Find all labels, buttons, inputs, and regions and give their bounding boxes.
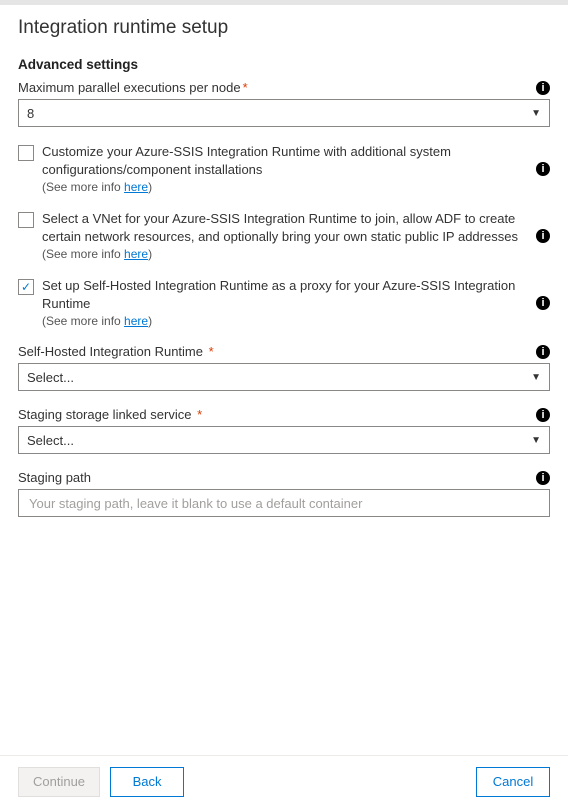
field-staging-path: Staging path i bbox=[18, 470, 550, 517]
setup-panel: Integration runtime setup Advanced setti… bbox=[0, 5, 568, 755]
label-text: Self-Hosted Integration Runtime bbox=[18, 344, 203, 359]
staging-path-label: Staging path bbox=[18, 470, 91, 485]
more-info-suffix: ) bbox=[148, 314, 152, 328]
staging-path-input-wrapper bbox=[18, 489, 550, 517]
more-info: (See more info here) bbox=[42, 180, 520, 194]
label-text: Maximum parallel executions per node bbox=[18, 80, 241, 95]
footer-left: Continue Back bbox=[18, 767, 184, 797]
field-shir: Self-Hosted Integration Runtime * i Sele… bbox=[18, 344, 550, 391]
more-info-prefix: (See more info bbox=[42, 180, 124, 194]
select-value: Select... bbox=[27, 433, 74, 448]
page-title: Integration runtime setup bbox=[18, 17, 550, 39]
check-vnet: Select a VNet for your Azure-SSIS Integr… bbox=[18, 210, 550, 261]
check-desc: Set up Self-Hosted Integration Runtime a… bbox=[42, 277, 520, 312]
chevron-down-icon: ▼ bbox=[531, 372, 541, 383]
staging-path-input[interactable] bbox=[27, 490, 541, 516]
info-icon[interactable]: i bbox=[536, 345, 550, 359]
more-info-suffix: ) bbox=[148, 247, 152, 261]
info-icon[interactable]: i bbox=[536, 471, 550, 485]
chevron-down-icon: ▼ bbox=[531, 108, 541, 119]
check-customize: Customize your Azure-SSIS Integration Ru… bbox=[18, 143, 550, 194]
label-line: Self-Hosted Integration Runtime * i bbox=[18, 344, 550, 359]
more-info: (See more info here) bbox=[42, 314, 520, 328]
more-info-prefix: (See more info bbox=[42, 314, 124, 328]
max-parallel-select[interactable]: 8 ▼ bbox=[18, 99, 550, 127]
max-parallel-label: Maximum parallel executions per node* bbox=[18, 80, 248, 95]
required-marker: * bbox=[197, 407, 202, 422]
check-body: Customize your Azure-SSIS Integration Ru… bbox=[42, 143, 528, 194]
check-proxy: Set up Self-Hosted Integration Runtime a… bbox=[18, 277, 550, 328]
label-line: Staging storage linked service * i bbox=[18, 407, 550, 422]
more-info: (See more info here) bbox=[42, 247, 520, 261]
checkbox-vnet[interactable] bbox=[18, 212, 34, 228]
check-body: Set up Self-Hosted Integration Runtime a… bbox=[42, 277, 528, 328]
check-desc: Select a VNet for your Azure-SSIS Integr… bbox=[42, 210, 520, 245]
checkbox-customize[interactable] bbox=[18, 145, 34, 161]
required-marker: * bbox=[209, 344, 214, 359]
info-icon[interactable]: i bbox=[536, 408, 550, 422]
shir-label: Self-Hosted Integration Runtime * bbox=[18, 344, 214, 359]
more-info-prefix: (See more info bbox=[42, 247, 124, 261]
chevron-down-icon: ▼ bbox=[531, 435, 541, 446]
staging-select[interactable]: Select... ▼ bbox=[18, 426, 550, 454]
more-info-link[interactable]: here bbox=[124, 247, 148, 261]
info-icon[interactable]: i bbox=[536, 81, 550, 95]
required-marker: * bbox=[243, 80, 248, 95]
staging-label: Staging storage linked service * bbox=[18, 407, 202, 422]
field-max-parallel: Maximum parallel executions per node* i … bbox=[18, 80, 550, 127]
label-line: Maximum parallel executions per node* i bbox=[18, 80, 550, 95]
more-info-link[interactable]: here bbox=[124, 314, 148, 328]
select-value: Select... bbox=[27, 370, 74, 385]
cancel-button[interactable]: Cancel bbox=[476, 767, 550, 797]
shir-select[interactable]: Select... ▼ bbox=[18, 363, 550, 391]
checkbox-proxy[interactable] bbox=[18, 279, 34, 295]
continue-button: Continue bbox=[18, 767, 100, 797]
check-body: Select a VNet for your Azure-SSIS Integr… bbox=[42, 210, 528, 261]
back-button[interactable]: Back bbox=[110, 767, 184, 797]
footer-right: Cancel bbox=[476, 767, 550, 797]
check-desc: Customize your Azure-SSIS Integration Ru… bbox=[42, 143, 520, 178]
select-value: 8 bbox=[27, 106, 34, 121]
info-icon[interactable]: i bbox=[536, 162, 550, 176]
label-text: Staging storage linked service bbox=[18, 407, 191, 422]
footer: Continue Back Cancel bbox=[0, 755, 568, 807]
label-line: Staging path i bbox=[18, 470, 550, 485]
more-info-suffix: ) bbox=[148, 180, 152, 194]
info-icon[interactable]: i bbox=[536, 229, 550, 243]
more-info-link[interactable]: here bbox=[124, 180, 148, 194]
section-heading: Advanced settings bbox=[18, 57, 550, 72]
info-icon[interactable]: i bbox=[536, 296, 550, 310]
field-staging: Staging storage linked service * i Selec… bbox=[18, 407, 550, 454]
